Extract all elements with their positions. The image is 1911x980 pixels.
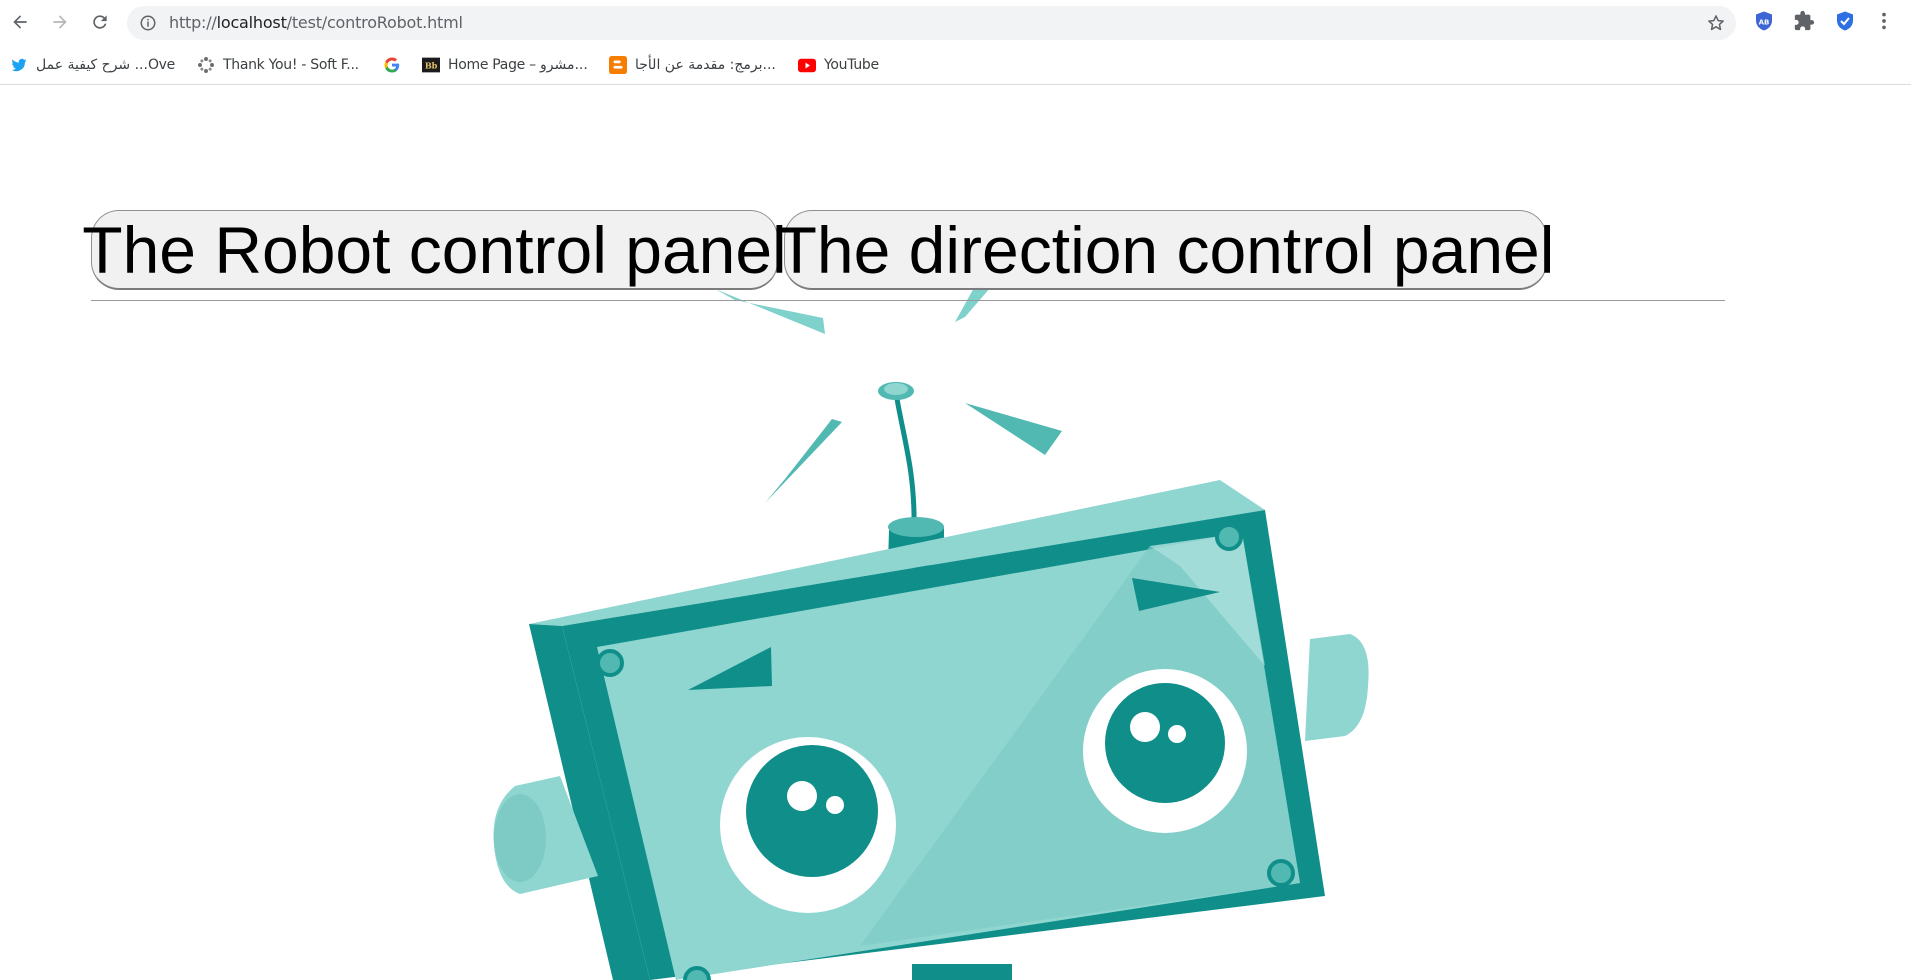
tab-label: The Robot control panel: [82, 212, 787, 287]
browser-toolbar: http://localhost/test/controRobot.html A…: [0, 0, 1911, 46]
star-icon[interactable]: [1706, 13, 1726, 33]
bookmark-label: Home Page – مشرو...: [448, 57, 588, 73]
shield-check-icon[interactable]: [1834, 10, 1856, 32]
url-prefix: http://: [169, 13, 217, 32]
panel-tab-bar: The Robot control panel The direction co…: [82, 210, 1725, 301]
reload-button[interactable]: [86, 8, 114, 36]
bookmark-google[interactable]: [383, 52, 401, 78]
bookmarks-bar: شرح كيفية عمل ...Ove Thank You! - Soft F…: [0, 46, 1911, 85]
back-button[interactable]: [6, 8, 34, 36]
url-path: /test/controRobot.html: [286, 13, 463, 32]
bookmark-twitter[interactable]: شرح كيفية عمل ...Ove: [10, 52, 175, 78]
url-host: localhost: [216, 13, 287, 32]
bb-icon: Bb: [422, 56, 440, 74]
address-bar[interactable]: http://localhost/test/controRobot.html: [127, 6, 1736, 40]
page-content: The Robot control panel The direction co…: [0, 86, 1911, 980]
puzzle-icon[interactable]: [1793, 10, 1815, 32]
dots-icon: [197, 56, 215, 74]
google-icon: [383, 56, 401, 74]
arrow-right-icon: [53, 15, 67, 29]
bookmark-thank-you[interactable]: Thank You! - Soft F...: [197, 52, 359, 78]
bookmark-label: YouTube: [824, 57, 879, 73]
bookmark-label: شرح كيفية عمل ...Ove: [36, 57, 175, 73]
info-icon[interactable]: [139, 14, 157, 32]
svg-text:Bb: Bb: [425, 60, 438, 70]
svg-text:AB: AB: [1759, 19, 1770, 27]
more-vert-icon[interactable]: [1873, 10, 1895, 32]
tab-label: The direction control panel: [776, 212, 1555, 287]
bookmark-blogger[interactable]: برمج: مقدمة عن الأجا...: [609, 52, 776, 78]
adblock-icon[interactable]: AB: [1753, 10, 1775, 32]
bookmark-label: برمج: مقدمة عن الأجا...: [635, 57, 776, 73]
arrow-left-icon: [13, 15, 27, 29]
bookmark-youtube[interactable]: YouTube: [798, 52, 879, 78]
twitter-icon: [10, 56, 28, 74]
forward-button[interactable]: [46, 8, 74, 36]
bookmark-home-page[interactable]: Bb Home Page – مشرو...: [422, 52, 588, 78]
blogger-icon: [609, 56, 627, 74]
reload-icon: [93, 15, 107, 29]
youtube-icon: [798, 56, 816, 74]
bookmark-label: Thank You! - Soft F...: [223, 57, 359, 73]
tab-robot-control-panel[interactable]: The Robot control panel: [82, 210, 787, 290]
tab-direction-control-panel[interactable]: The direction control panel: [777, 210, 1554, 290]
url-text[interactable]: http://localhost/test/controRobot.html: [169, 13, 463, 32]
